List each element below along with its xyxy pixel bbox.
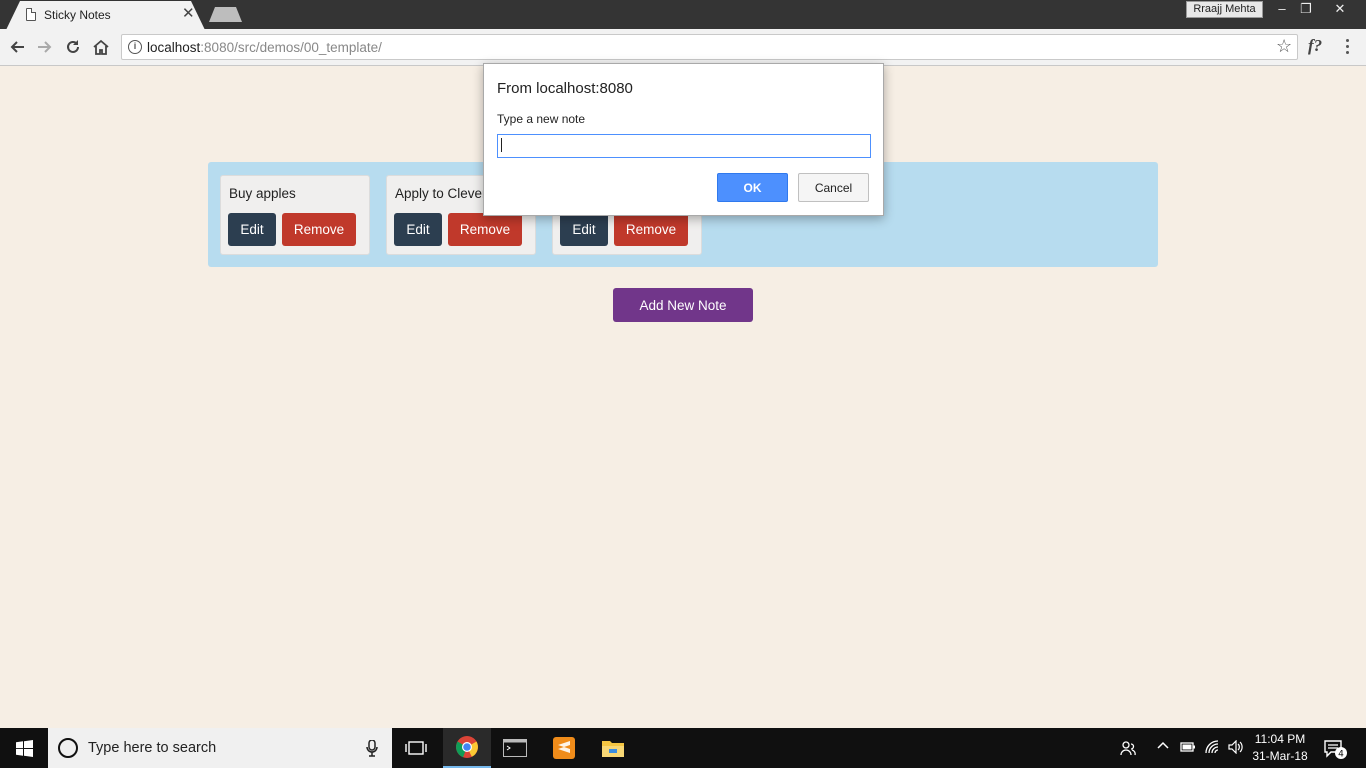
extension-icon[interactable]: f? — [1308, 36, 1322, 56]
back-icon[interactable] — [5, 35, 29, 59]
bookmark-star-icon[interactable]: ☆ — [1276, 36, 1292, 57]
reload-icon[interactable] — [61, 35, 85, 59]
edit-button[interactable]: Edit — [560, 213, 608, 246]
window-close-icon[interactable]: ✕ — [1330, 0, 1350, 20]
taskbar: Type here to search 11:04 PM 31-Mar-18 4 — [0, 728, 1366, 768]
info-icon[interactable]: i — [128, 40, 142, 54]
home-icon[interactable] — [89, 35, 113, 59]
note-card: Buy apples Edit Remove — [220, 175, 370, 255]
chrome-taskbar-icon[interactable] — [443, 728, 491, 768]
profile-button[interactable]: Rraajj Mehta — [1186, 1, 1263, 18]
remove-button[interactable]: Remove — [282, 213, 356, 246]
dialog-message: Type a new note — [497, 112, 586, 126]
microphone-icon[interactable] — [366, 740, 378, 757]
remove-button[interactable]: Remove — [448, 213, 522, 246]
note-input[interactable] — [497, 134, 871, 158]
wifi-icon[interactable] — [1205, 740, 1221, 757]
add-new-note-button[interactable]: Add New Note — [613, 288, 753, 322]
people-icon[interactable] — [1120, 740, 1136, 759]
tab-title: Sticky Notes — [44, 8, 111, 22]
note-text: Apply to Clever — [395, 186, 487, 201]
cortana-icon — [58, 738, 78, 758]
action-center-icon[interactable]: 4 — [1324, 739, 1348, 764]
browser-tab[interactable]: Sticky Notes ✕ — [6, 1, 205, 30]
windows-start-icon[interactable] — [0, 728, 48, 768]
taskbar-clock[interactable]: 11:04 PM 31-Mar-18 — [1248, 731, 1312, 765]
cancel-button[interactable]: Cancel — [798, 173, 869, 202]
restore-icon[interactable]: ❐ — [1296, 0, 1316, 20]
tab-strip: Sticky Notes ✕ Rraajj Mehta – ❐ ✕ — [0, 0, 1366, 30]
browser-menu-icon[interactable] — [1345, 39, 1351, 55]
edit-button[interactable]: Edit — [228, 213, 276, 246]
volume-icon[interactable] — [1228, 739, 1244, 757]
browser-toolbar: i localhost:8080/src/demos/00_template/ … — [0, 29, 1366, 66]
edit-button[interactable]: Edit — [394, 213, 442, 246]
task-view-icon[interactable] — [392, 728, 440, 768]
address-bar[interactable]: i localhost:8080/src/demos/00_template/ … — [121, 34, 1298, 60]
url-path: :8080/src/demos/00_template/ — [200, 40, 382, 55]
search-placeholder: Type here to search — [88, 740, 217, 756]
taskbar-search-box[interactable]: Type here to search — [48, 728, 392, 768]
text-caret — [501, 138, 502, 152]
ok-button[interactable]: OK — [717, 173, 788, 202]
sublime-text-taskbar-icon[interactable] — [540, 728, 588, 768]
notification-count: 4 — [1338, 750, 1344, 760]
prompt-dialog: From localhost:8080 Type a new note OK C… — [483, 63, 884, 216]
url-host: localhost — [147, 40, 201, 55]
tab-close-icon[interactable]: ✕ — [182, 6, 195, 21]
remove-button[interactable]: Remove — [614, 213, 688, 246]
minimize-icon[interactable]: – — [1272, 0, 1292, 20]
new-tab-button[interactable] — [209, 7, 242, 22]
terminal-taskbar-icon[interactable] — [491, 728, 539, 768]
page-icon — [26, 8, 36, 21]
url-text: localhost:8080/src/demos/00_template/ — [147, 40, 382, 55]
battery-icon[interactable] — [1180, 740, 1196, 757]
file-explorer-taskbar-icon[interactable] — [589, 728, 637, 768]
clock-date: 31-Mar-18 — [1252, 749, 1308, 763]
clock-time: 11:04 PM — [1254, 732, 1306, 746]
forward-icon[interactable] — [33, 35, 57, 59]
chevron-up-icon[interactable] — [1157, 740, 1169, 755]
note-text: Buy apples — [229, 186, 296, 201]
dialog-title: From localhost:8080 — [497, 80, 633, 97]
